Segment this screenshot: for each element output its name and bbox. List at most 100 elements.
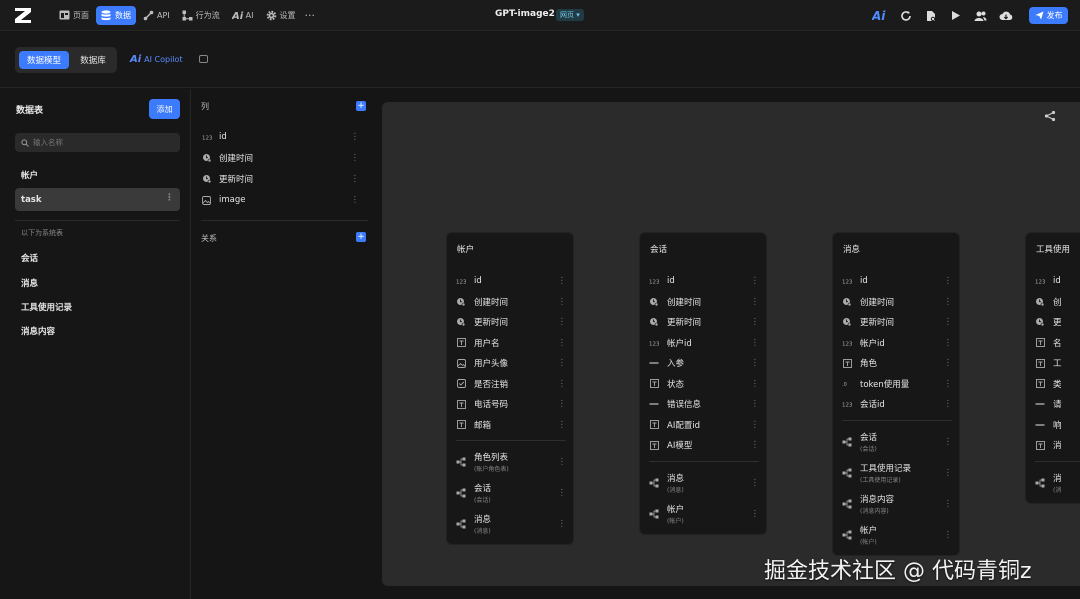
sidebar-item-session[interactable]: 会话 [15,246,180,269]
more-options-icon[interactable]: ⋮ [751,317,760,327]
search-input[interactable] [33,138,173,147]
document-settings-icon[interactable] [922,7,939,24]
relation-row[interactable]: 会话 (会话) ⋮ [842,429,952,455]
publish-button[interactable]: 发布 [1029,7,1068,24]
field-row[interactable]: 错误信息 ⋮ [649,394,759,414]
more-options-icon[interactable]: ⋮ [558,276,567,286]
nav-item-3[interactable]: 行为流 [177,6,225,25]
relation-row[interactable]: 消息内容 (消息内容) ⋮ [842,491,952,517]
field-row[interactable]: 123 id ⋮ [649,271,759,291]
more-options-icon[interactable]: ⋮ [751,276,760,286]
more-options-icon[interactable]: ⋮ [944,379,953,389]
ai-assistant-icon[interactable]: Ai [872,7,889,24]
field-row[interactable]: 状态 ⋮ [649,374,759,394]
field-row[interactable]: 用户头像 ⋮ [456,353,566,373]
relation-row[interactable]: 角色列表 (账户角色表) ⋮ [456,449,566,475]
nav-item-4[interactable]: Ai AI [227,6,259,25]
more-options-icon[interactable]: ⋮ [558,488,567,498]
field-row[interactable]: 是否注销 ⋮ [456,374,566,394]
users-icon[interactable] [972,7,989,24]
more-options-icon[interactable]: ⋮ [751,440,760,450]
field-row[interactable]: 更新时间 ⋮ [842,312,952,332]
more-options-icon[interactable]: ⋮ [944,297,953,307]
field-row[interactable]: 123 id ⋮ [842,271,952,291]
field-row[interactable]: 123 id ⋮ [456,271,566,291]
column-row[interactable]: 更新时间 ⋮ [201,169,367,189]
field-row[interactable]: AI配置id ⋮ [649,415,759,435]
nav-item-0[interactable]: 页面 [54,6,94,25]
more-options-icon[interactable]: ⋮ [944,530,953,540]
relation-row[interactable]: 消息 (消息) ⋮ [456,511,566,537]
sidebar-item-account[interactable]: 帐户 [15,163,180,186]
more-options-icon[interactable]: ⋮ [558,399,567,409]
field-row[interactable]: 创建时间 ⋮ [649,292,759,312]
field-row[interactable]: 响⋮ [1035,415,1080,435]
field-row[interactable]: 请⋮ [1035,394,1080,414]
more-options-icon[interactable]: ⋮ [751,478,760,488]
field-row[interactable]: AI模型 ⋮ [649,435,759,455]
more-options-icon[interactable]: ⋮ [944,276,953,286]
add-column-button[interactable]: + [356,101,366,111]
more-options-icon[interactable]: ⋮ [944,338,953,348]
field-row[interactable]: 邮箱 ⋮ [456,415,566,435]
more-options-icon[interactable]: ⋮ [751,399,760,409]
column-row[interactable]: 123 id ⋮ [201,127,367,147]
more-options-icon[interactable]: ⋮ [944,317,953,327]
more-options-icon[interactable]: ⋮ [165,193,174,203]
relation-row[interactable]: 帐户 (帐户) ⋮ [649,501,759,527]
more-options-icon[interactable]: ⋮ [751,338,760,348]
cloud-download-icon[interactable] [997,7,1014,24]
add-relation-button[interactable]: + [356,232,366,242]
more-options-icon[interactable]: ⋮ [944,499,953,509]
more-options-icon[interactable]: ⋮ [944,468,953,478]
relation-row[interactable]: 消息 (消息) ⋮ [649,470,759,496]
sidebar-item-tool-usage[interactable]: 工具使用记录 [15,295,180,318]
field-row[interactable]: 入参 ⋮ [649,353,759,373]
field-row[interactable]: 消⋮ [1035,435,1080,455]
more-options-icon[interactable]: ⋮ [944,437,953,447]
er-diagram-canvas[interactable]: 帐户 123 id ⋮ 创建时间 ⋮ 更新时间 ⋮ 用户名 ⋮ 用户头像 ⋮ 是否注销 ⋮ 电话号码 ⋮ 邮箱 ⋮… [382,102,1080,586]
field-row[interactable]: 类⋮ [1035,374,1080,394]
more-options-icon[interactable]: ⋮ [558,358,567,368]
field-row[interactable]: 用户名 ⋮ [456,333,566,353]
refresh-icon[interactable] [897,7,914,24]
more-options-icon[interactable]: ⋮ [558,457,567,467]
ai-copilot-button[interactable]: Ai AI Copilot [130,54,183,65]
column-row[interactable]: image ⋮ [201,190,367,210]
more-options-icon[interactable]: ⋮ [558,420,567,430]
relation-row[interactable]: 帐户 (帐户) ⋮ [842,522,952,548]
field-row[interactable]: 工⋮ [1035,353,1080,373]
more-options-icon[interactable]: ⋮ [558,317,567,327]
field-row[interactable]: 创建时间 ⋮ [456,292,566,312]
field-row[interactable]: 123 会话id ⋮ [842,394,952,414]
column-row[interactable]: 创建时间 ⋮ [201,148,367,168]
play-icon[interactable] [947,7,964,24]
panel-toggle-icon[interactable] [199,55,208,63]
field-row[interactable]: 123 帐户id ⋮ [842,333,952,353]
sidebar-item-message[interactable]: 消息 [15,271,180,294]
app-logo-icon[interactable] [14,7,32,24]
relation-row[interactable]: 工具使用记录 (工具使用记录) ⋮ [842,460,952,486]
sidebar-item-message-content[interactable]: 消息内容 [15,319,180,342]
field-row[interactable]: 更⋮ [1035,312,1080,332]
tab-database[interactable]: 数据库 [73,51,113,69]
relation-row[interactable]: 会话 (会话) ⋮ [456,480,566,506]
environment-badge[interactable]: 网页 ▾ [556,9,584,21]
more-options-icon[interactable]: ⋮ [351,132,360,142]
more-options-icon[interactable]: ⋮ [351,174,360,184]
more-options-icon[interactable]: ⋮ [351,195,360,205]
field-row[interactable]: 角色 ⋮ [842,353,952,373]
more-options-icon[interactable]: ⋮ [351,153,360,163]
relation-row[interactable]: 消(消⋮ [1035,470,1080,496]
field-row[interactable]: .0 token使用量 ⋮ [842,374,952,394]
more-options-icon[interactable]: ⋮ [558,519,567,529]
field-row[interactable]: 123 帐户id ⋮ [649,333,759,353]
field-row[interactable]: 创⋮ [1035,292,1080,312]
more-options-icon[interactable]: ⋮ [751,379,760,389]
table-card[interactable]: 会话 123 id ⋮ 创建时间 ⋮ 更新时间 ⋮ 123 帐户id ⋮ 入参 ⋮ 状态 ⋮ 错误信息 ⋮ AI配… [639,232,767,535]
tab-data-model[interactable]: 数据模型 [19,51,69,69]
nav-item-2[interactable]: API [138,6,175,25]
nav-item-5[interactable]: 设置 [261,6,301,25]
field-row[interactable]: 电话号码 ⋮ [456,394,566,414]
more-options-icon[interactable]: ⋮ [751,420,760,430]
